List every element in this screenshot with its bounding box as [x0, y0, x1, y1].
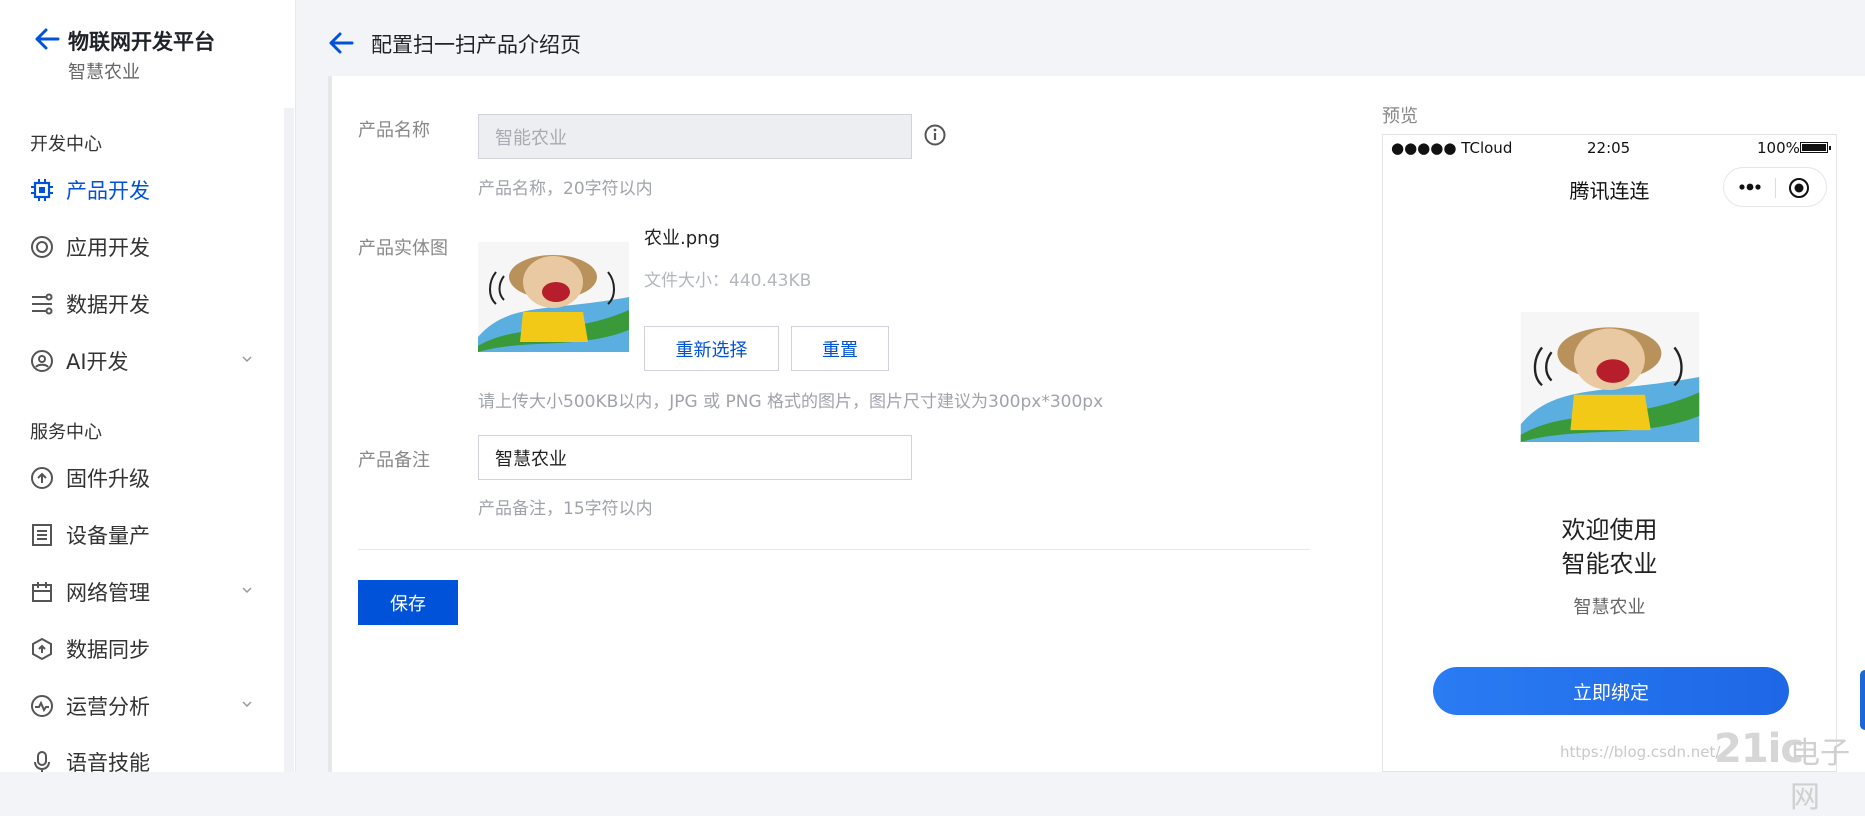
battery-icon [1800, 142, 1831, 153]
platform-title: 物联网开发平台 [68, 30, 215, 54]
network-icon [30, 580, 54, 604]
sidebar-item-firmware[interactable]: 固件升级 [30, 458, 260, 498]
product-name-input: 智能农业 [478, 114, 912, 159]
section-service-center: 服务中心 [30, 422, 102, 443]
carrier-text: ●●●●● TCloud [1391, 139, 1513, 157]
chip-icon [30, 178, 54, 202]
sidebar-item-voice[interactable]: 语音技能 [30, 742, 260, 782]
file-name: 农业.png [644, 228, 720, 249]
image-hint: 请上传大小500KB以内，JPG 或 PNG 格式的图片，图片尺寸建议为300p… [478, 392, 1104, 412]
product-image-label: 产品实体图 [358, 238, 448, 259]
sidebar-item-label: AI开发 [66, 350, 129, 374]
welcome-text: 欢迎使用 智能农业 [1383, 513, 1836, 581]
sidebar-item-device-batch[interactable]: 设备量产 [30, 515, 260, 555]
sidebar-item-data-dev[interactable]: 数据开发 [30, 284, 260, 324]
watermark-logo-cn: 电子网 [1790, 736, 1850, 815]
sidebar-item-label: 数据开发 [66, 293, 150, 317]
data-flow-icon [30, 292, 54, 316]
welcome-line-2: 智能农业 [1561, 550, 1658, 578]
file-size: 文件大小：440.43KB [644, 271, 812, 291]
welcome-line-1: 欢迎使用 [1561, 516, 1658, 544]
chevron-down-icon [242, 587, 252, 594]
sync-icon [30, 637, 54, 661]
voice-icon [30, 750, 54, 774]
sidebar-item-label: 数据同步 [66, 638, 150, 662]
info-icon[interactable] [924, 124, 946, 146]
more-icon[interactable] [1738, 182, 1762, 192]
sidebar-item-product-dev[interactable]: 产品开发 [30, 170, 260, 210]
mini-app-capsule[interactable] [1723, 167, 1827, 207]
sidebar-item-app-dev[interactable]: 应用开发 [30, 227, 260, 267]
watermark-url: https://blog.csdn.net/ [1560, 743, 1721, 761]
product-name-hint: 产品名称，20字符以内 [478, 179, 653, 199]
farmer-image [1520, 312, 1700, 442]
product-note-input[interactable]: 智慧农业 [478, 435, 912, 480]
chevron-down-icon [242, 701, 252, 708]
sidebar-item-ai-dev[interactable]: AI开发 [30, 341, 260, 381]
back-arrow-icon[interactable] [328, 32, 354, 54]
app-icon [30, 235, 54, 259]
sidebar-item-label: 网络管理 [66, 581, 150, 605]
reselect-button[interactable]: 重新选择 [644, 326, 779, 371]
battery-text: 100% [1757, 139, 1800, 157]
analytics-icon [30, 694, 54, 718]
farmer-image [478, 242, 629, 352]
chevron-down-icon [242, 356, 252, 363]
sidebar-item-analytics[interactable]: 运营分析 [30, 686, 260, 726]
sidebar-item-label: 设备量产 [66, 524, 150, 548]
sidebar: 物联网开发平台 智慧农业 开发中心 产品开发 应用开发 数据开发 AI开发 服务… [0, 0, 296, 775]
device-batch-icon [30, 523, 54, 547]
sidebar-scrollbar[interactable] [284, 108, 294, 772]
section-dev-center: 开发中心 [30, 134, 102, 155]
sidebar-item-label: 运营分析 [66, 695, 150, 719]
firmware-icon [30, 466, 54, 490]
save-button[interactable]: 保存 [358, 580, 458, 625]
reset-button[interactable]: 重置 [791, 326, 889, 371]
sidebar-item-label: 应用开发 [66, 236, 150, 260]
product-note-label: 产品备注 [358, 450, 430, 471]
panel-edge [328, 76, 332, 772]
phone-preview: ●●●●● TCloud 22:05 100% 腾讯连连 欢迎使用 智能农业 智… [1382, 134, 1837, 772]
project-name: 智慧农业 [68, 62, 140, 83]
preview-subtitle: 智慧农业 [1573, 597, 1646, 618]
page-title: 配置扫一扫产品介绍页 [371, 33, 581, 57]
sidebar-item-label: 固件升级 [66, 467, 150, 491]
ai-icon [30, 349, 54, 373]
close-miniapp-icon[interactable] [1788, 177, 1810, 199]
divider [358, 549, 1310, 550]
time-text: 22:05 [1587, 139, 1631, 157]
status-bar: ●●●●● TCloud 22:05 100% [1383, 139, 1836, 157]
sidebar-item-data-sync[interactable]: 数据同步 [30, 629, 260, 669]
preview-label: 预览 [1382, 106, 1418, 127]
sidebar-item-label: 产品开发 [66, 179, 150, 203]
bind-now-button[interactable]: 立即绑定 [1433, 667, 1789, 715]
sidebar-item-network[interactable]: 网络管理 [30, 572, 260, 612]
back-arrow-icon[interactable] [34, 28, 60, 50]
product-note-hint: 产品备注，15字符以内 [478, 499, 653, 519]
sidebar-item-label: 语音技能 [66, 751, 150, 775]
floating-button-edge[interactable] [1860, 670, 1865, 730]
product-name-label: 产品名称 [358, 120, 430, 141]
